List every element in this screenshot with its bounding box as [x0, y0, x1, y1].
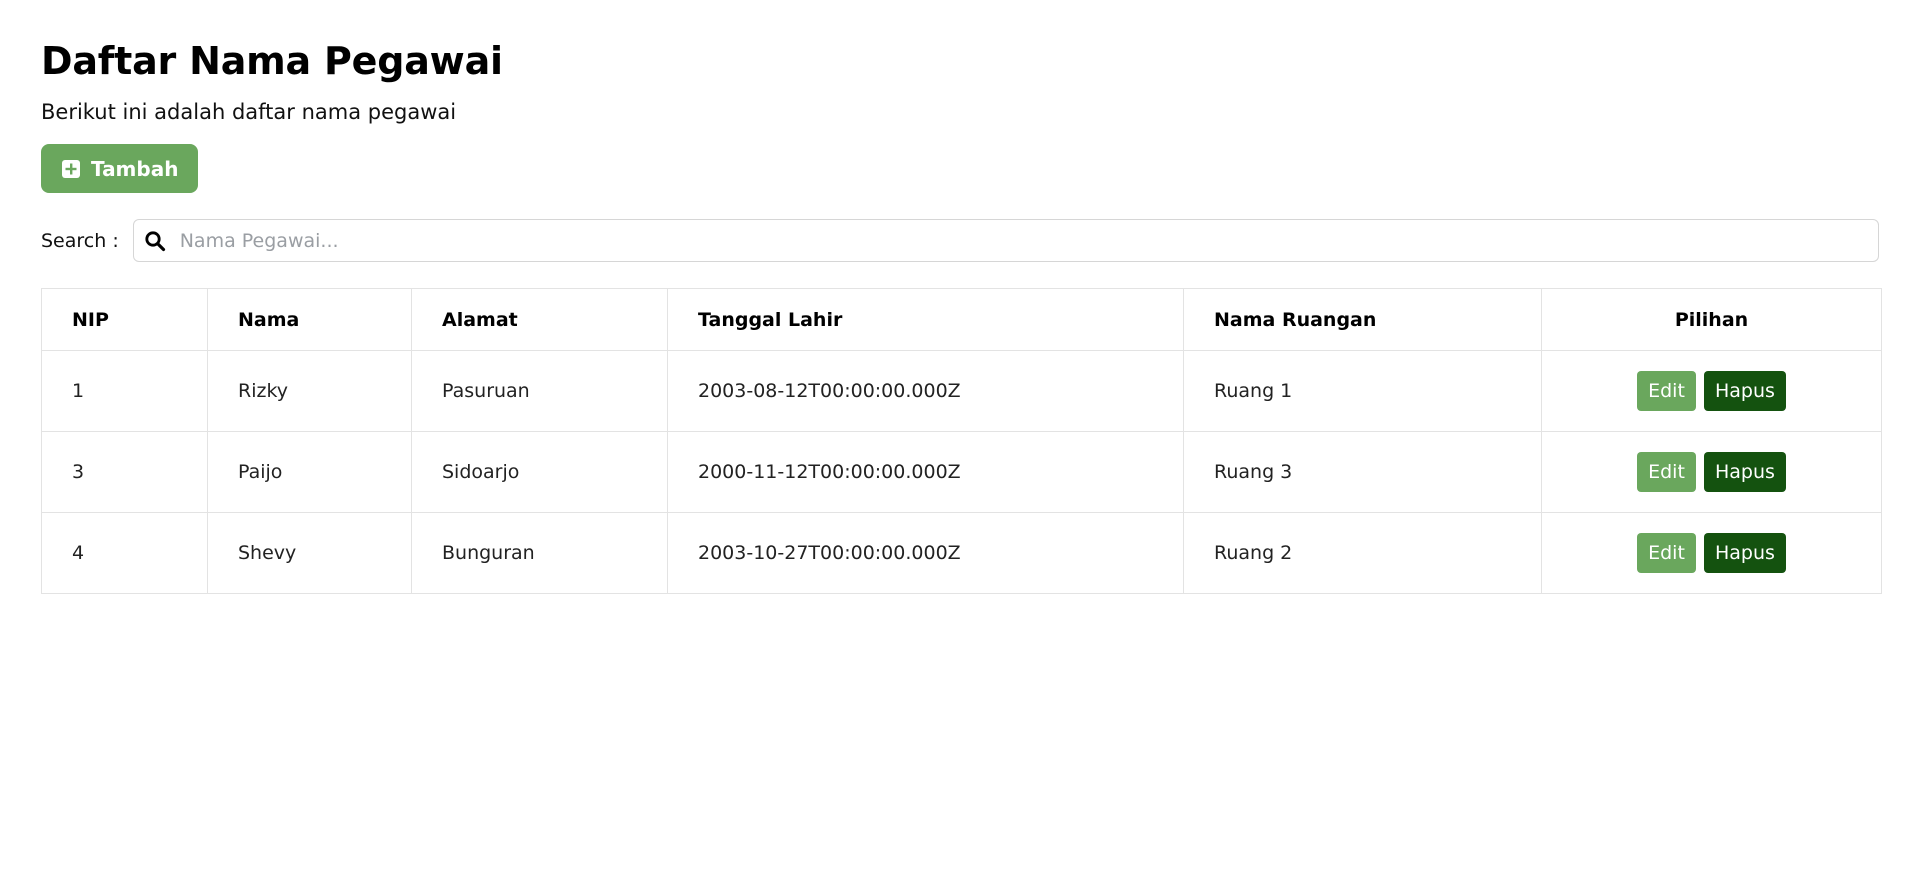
column-header-pilihan: Pilihan	[1541, 288, 1882, 351]
column-header-alamat: Alamat	[411, 288, 668, 351]
employee-table: NIP Nama Alamat Tanggal Lahir Nama Ruang…	[41, 288, 1882, 594]
delete-button[interactable]: Hapus	[1703, 533, 1786, 573]
cell-nama: Rizky	[207, 350, 412, 432]
delete-button[interactable]: Hapus	[1703, 371, 1786, 411]
cell-alamat: Sidoarjo	[411, 431, 668, 513]
cell-tanggal-lahir: 2000-11-12T00:00:00.000Z	[667, 431, 1184, 513]
cell-nip: 3	[41, 431, 208, 513]
cell-nama: Shevy	[207, 512, 412, 594]
cell-tanggal-lahir: 2003-10-27T00:00:00.000Z	[667, 512, 1184, 594]
search-icon	[145, 230, 165, 251]
search-box[interactable]	[132, 219, 1879, 262]
cell-nip: 1	[41, 350, 208, 432]
cell-actions: Edit Hapus	[1541, 431, 1882, 513]
cell-nama-ruangan: Ruang 2	[1183, 512, 1542, 594]
cell-nama: Paijo	[207, 431, 412, 513]
page: Daftar Nama Pegawai Berikut ini adalah d…	[0, 0, 1920, 880]
cell-nip: 4	[41, 512, 208, 594]
cell-tanggal-lahir: 2003-08-12T00:00:00.000Z	[667, 350, 1184, 432]
cell-nama-ruangan: Ruang 3	[1183, 431, 1542, 513]
search-row: Search :	[41, 219, 1879, 262]
add-button-label: Tambah	[91, 156, 179, 181]
delete-button[interactable]: Hapus	[1703, 452, 1786, 492]
search-label: Search :	[41, 229, 119, 252]
cell-actions: Edit Hapus	[1541, 350, 1882, 432]
page-title: Daftar Nama Pegawai	[41, 39, 503, 83]
table-row: 1 Rizky Pasuruan 2003-08-12T00:00:00.000…	[41, 350, 1882, 432]
table-row: 4 Shevy Bunguran 2003-10-27T00:00:00.000…	[41, 512, 1882, 594]
column-header-nama-ruangan: Nama Ruangan	[1183, 288, 1542, 351]
column-header-tanggal-lahir: Tanggal Lahir	[667, 288, 1184, 351]
search-input[interactable]	[179, 220, 1878, 261]
table-header-row: NIP Nama Alamat Tanggal Lahir Nama Ruang…	[41, 288, 1882, 351]
page-subtitle: Berikut ini adalah daftar nama pegawai	[41, 100, 457, 124]
edit-button[interactable]: Edit	[1637, 533, 1696, 573]
column-header-nip: NIP	[41, 288, 208, 351]
cell-actions: Edit Hapus	[1541, 512, 1882, 594]
edit-button[interactable]: Edit	[1637, 371, 1696, 411]
cell-alamat: Bunguran	[411, 512, 668, 594]
edit-button[interactable]: Edit	[1637, 452, 1696, 492]
add-button[interactable]: Tambah	[41, 144, 199, 193]
column-header-nama: Nama	[207, 288, 412, 351]
cell-nama-ruangan: Ruang 1	[1183, 350, 1542, 432]
table-row: 3 Paijo Sidoarjo 2000-11-12T00:00:00.000…	[41, 431, 1882, 513]
plus-square-icon	[62, 159, 80, 178]
cell-alamat: Pasuruan	[411, 350, 668, 432]
